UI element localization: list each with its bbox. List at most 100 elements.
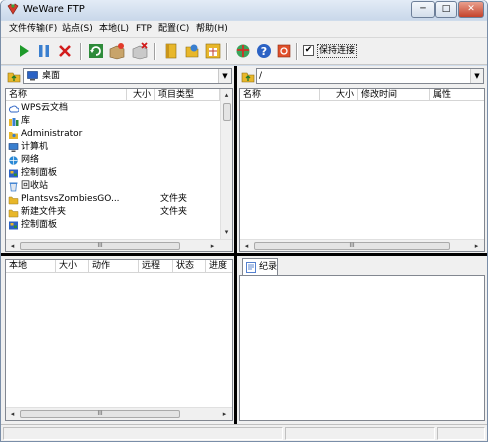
scroll-left-arrow-icon[interactable]: ◂ (6, 240, 19, 251)
list-item[interactable]: 网络 (6, 154, 220, 167)
tab-log[interactable]: 纪录 (242, 258, 278, 275)
list-item[interactable]: 控制面板 (6, 167, 220, 180)
horizontal-splitter[interactable] (1, 253, 487, 256)
column-status[interactable]: 状态 (173, 260, 206, 273)
remote-path-combo[interactable]: / ▼ (256, 68, 484, 84)
list-item-name: 回收站 (21, 181, 49, 191)
column-name[interactable]: 名称 (240, 89, 320, 101)
list-item[interactable]: 控制面板 (6, 219, 220, 232)
column-attributes[interactable]: 属性 (430, 89, 484, 101)
delete-box-icon[interactable] (131, 42, 149, 60)
keep-connection-checkbox[interactable]: ✔ (303, 45, 314, 56)
local-path-combo[interactable]: 桌面 ▼ (23, 68, 232, 84)
recycle-bin-icon (9, 182, 18, 192)
scroll-right-arrow-icon[interactable]: ▸ (206, 240, 219, 251)
add-box-icon[interactable] (108, 42, 126, 60)
list-item[interactable]: 计算机 (6, 141, 220, 154)
remote-horizontal-scrollbar[interactable]: ◂ III ▸ (240, 239, 484, 251)
control-panel-icon (9, 169, 18, 178)
vertical-splitter[interactable] (234, 256, 237, 424)
local-path-bar: 桌面 ▼ (1, 66, 234, 86)
list-item-name: Administrator (21, 129, 83, 139)
queue-horizontal-scrollbar[interactable]: ◂ III ▸ (6, 407, 232, 420)
stop-icon[interactable] (56, 42, 74, 60)
local-horizontal-scrollbar[interactable]: ◂ III ▸ (6, 239, 232, 251)
list-item[interactable]: 回收站 (6, 180, 220, 193)
column-size[interactable]: 大小 (127, 89, 155, 101)
list-item-name: WPS云文档 (21, 103, 69, 113)
column-progress[interactable]: 进度 (206, 260, 232, 273)
remote-file-list[interactable]: 名称 大小 修改时间 属性 ◂ III ▸ (239, 88, 485, 252)
maximize-button[interactable]: □ (435, 1, 457, 18)
column-local[interactable]: 本地 (6, 260, 56, 273)
scroll-left-arrow-icon[interactable]: ◂ (6, 408, 19, 420)
book-icon[interactable] (162, 42, 180, 60)
list-item-name: 计算机 (21, 142, 49, 152)
menu-help[interactable]: 帮助(H) (196, 24, 228, 35)
svg-text:?: ? (261, 45, 267, 58)
grid-icon[interactable] (204, 42, 222, 60)
list-item[interactable]: 库 (6, 115, 220, 128)
remote-path-text: / (259, 71, 263, 81)
scroll-down-arrow-icon[interactable]: ▾ (221, 226, 232, 238)
menu-config[interactable]: 配置(C) (158, 24, 189, 35)
play-icon[interactable] (15, 42, 33, 60)
menu-file-transfer[interactable]: 文件传输(F) (9, 24, 57, 35)
exit-icon[interactable] (275, 42, 293, 60)
list-item-name: 新建文件夹 (21, 207, 67, 217)
refresh-icon[interactable] (87, 42, 105, 60)
computer-icon (8, 143, 19, 152)
status-cell-main (3, 427, 283, 440)
column-size[interactable]: 大小 (320, 89, 358, 101)
column-type[interactable]: 项目类型 (155, 89, 220, 101)
column-modified[interactable]: 修改时间 (358, 89, 430, 101)
globe-icon[interactable] (234, 42, 252, 60)
scroll-thumb[interactable]: III (20, 242, 180, 250)
menu-site[interactable]: 站点(S) (62, 24, 93, 35)
tab-log-label: 纪录 (259, 262, 278, 272)
scroll-thumb[interactable]: III (20, 410, 180, 418)
dropdown-arrow-icon[interactable]: ▼ (218, 69, 231, 83)
column-name[interactable]: 名称 (6, 89, 127, 101)
dropdown-arrow-icon[interactable]: ▼ (470, 69, 483, 83)
list-item-name: 控制面板 (21, 168, 58, 178)
toolbar-separator (80, 43, 82, 60)
menu-ftp[interactable]: FTP (136, 24, 152, 35)
scroll-thumb[interactable]: III (254, 242, 450, 250)
pause-icon[interactable] (35, 42, 53, 60)
parent-folder-icon[interactable] (7, 69, 21, 83)
column-remote[interactable]: 远程 (139, 260, 173, 273)
status-bar (1, 424, 487, 441)
minimize-button[interactable]: ─ (411, 1, 435, 18)
list-item[interactable]: PlantsvsZombiesGO... 文件夹 (6, 193, 220, 206)
app-logo-icon (7, 3, 19, 15)
list-item[interactable]: 新建文件夹 文件夹 (6, 206, 220, 219)
scroll-thumb[interactable] (223, 103, 231, 121)
log-panel[interactable] (239, 275, 485, 421)
title-bar[interactable]: WeWare FTP ─ □ ✕ (1, 0, 487, 20)
column-action[interactable]: 动作 (89, 260, 139, 273)
local-vertical-scrollbar[interactable]: ▴ ▾ (220, 89, 232, 239)
list-item[interactable]: Administrator (6, 128, 220, 141)
scroll-right-arrow-icon[interactable]: ▸ (218, 408, 231, 420)
help-icon[interactable]: ? (255, 42, 273, 60)
column-size[interactable]: 大小 (56, 260, 89, 273)
close-button[interactable]: ✕ (458, 1, 484, 18)
local-file-list[interactable]: 名称 大小 项目类型 WPS云文档库 Administrator 计算机 网络 控制面板… (5, 88, 233, 252)
vertical-splitter[interactable] (234, 66, 237, 254)
control-panel-icon (9, 221, 18, 230)
scroll-right-arrow-icon[interactable]: ▸ (470, 240, 483, 251)
status-cell-info (285, 427, 435, 440)
list-item[interactable]: WPS云文档 (6, 102, 220, 115)
menu-local[interactable]: 本地(L) (99, 24, 129, 35)
list-item-type: 文件夹 (160, 194, 188, 204)
network-icon (9, 156, 18, 165)
parent-folder-icon[interactable] (241, 69, 255, 83)
cloud-icon (9, 105, 19, 113)
scroll-left-arrow-icon[interactable]: ◂ (240, 240, 253, 251)
status-cell-extra (437, 427, 485, 440)
transfer-queue-list[interactable]: 本地 大小 动作 远程 状态 进度 ◂ III ▸ (5, 259, 233, 421)
list-item-name: 控制面板 (21, 220, 58, 230)
folder-sync-icon[interactable] (183, 42, 201, 60)
scroll-up-arrow-icon[interactable]: ▴ (221, 89, 232, 101)
